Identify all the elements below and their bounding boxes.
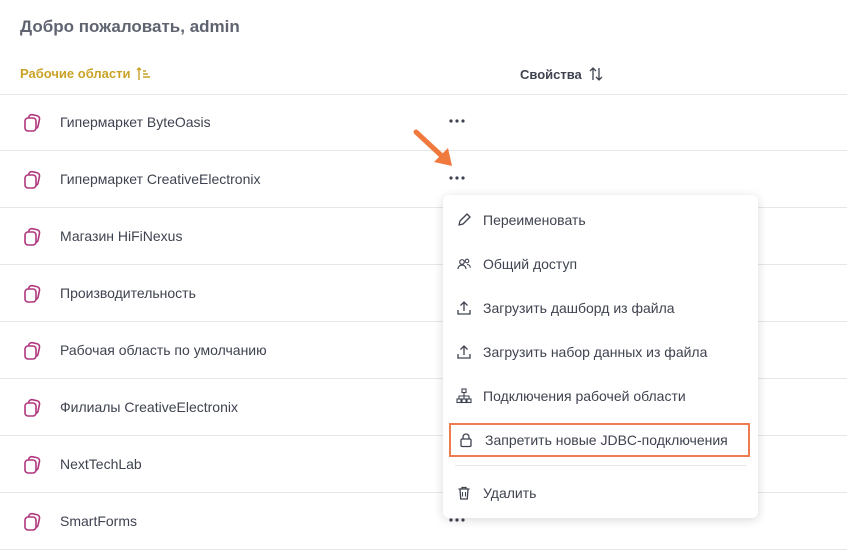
workspace-name: Магазин HiFiNexus xyxy=(60,228,183,244)
upload-icon xyxy=(455,343,473,361)
hierarchy-icon xyxy=(455,387,473,405)
workspace-name: SmartForms xyxy=(60,513,137,529)
menu-item-label: Общий доступ xyxy=(483,256,578,272)
workspace-icon xyxy=(24,113,41,132)
column-properties[interactable]: Свойства xyxy=(520,66,604,82)
menu-item-upload-dashboard[interactable]: Загрузить дашборд из файла xyxy=(443,290,758,326)
pointer-arrow-icon xyxy=(413,129,452,166)
menu-item-delete[interactable]: Удалить xyxy=(443,475,758,511)
table-header: Рабочие области Свойства xyxy=(0,58,847,95)
lock-icon xyxy=(457,431,475,449)
menu-item-label: Загрузить дашборд из файла xyxy=(483,300,675,316)
workspace-icon xyxy=(24,398,41,417)
menu-item-block-jdbc[interactable]: Запретить новые JDBC-подключения xyxy=(449,423,750,457)
workspace-name: Гипермаркет ByteOasis xyxy=(60,114,211,130)
upload-icon xyxy=(455,299,473,317)
workspace-name: Филиалы CreativeElectronix xyxy=(60,399,238,415)
workspace-icon xyxy=(24,455,41,474)
menu-item-label: Запретить новые JDBC-подключения xyxy=(485,432,728,448)
workspace-name: Рабочая область по умолчанию xyxy=(60,342,267,358)
workspace-icon xyxy=(24,227,41,246)
workspace-icon xyxy=(24,284,41,303)
context-menu: Переименовать Общий доступ Загрузить даш… xyxy=(443,195,758,518)
workspace-name: Гипермаркет CreativeElectronix xyxy=(60,171,261,187)
page-title: Добро пожаловать, admin xyxy=(20,17,240,36)
menu-item-label: Подключения рабочей области xyxy=(483,388,686,404)
more-dots-icon xyxy=(449,176,465,180)
column-workspaces-label: Рабочие области xyxy=(20,66,131,81)
column-workspaces[interactable]: Рабочие области xyxy=(20,66,152,81)
menu-item-share[interactable]: Общий доступ xyxy=(443,246,758,282)
trash-icon xyxy=(455,484,473,502)
column-properties-label: Свойства xyxy=(520,66,582,82)
sort-both-icon[interactable] xyxy=(588,66,604,82)
menu-item-label: Переименовать xyxy=(483,212,586,228)
workspace-icon xyxy=(24,512,41,531)
menu-item-label: Загрузить набор данных из файла xyxy=(483,344,708,360)
menu-item-upload-dataset[interactable]: Загрузить набор данных из файла xyxy=(443,334,758,370)
menu-item-connections[interactable]: Подключения рабочей области xyxy=(443,378,758,414)
sort-ascending-icon[interactable] xyxy=(136,66,152,81)
users-icon xyxy=(455,255,473,273)
workspace-icon xyxy=(24,341,41,360)
workspace-name: Производительность xyxy=(60,285,196,301)
pencil-icon xyxy=(455,211,473,229)
menu-divider xyxy=(455,465,746,466)
more-dots-icon xyxy=(449,119,465,123)
workspace-icon xyxy=(24,170,41,189)
menu-item-rename[interactable]: Переименовать xyxy=(443,202,758,238)
workspace-name: NextTechLab xyxy=(60,456,142,472)
menu-item-label: Удалить xyxy=(483,485,537,501)
